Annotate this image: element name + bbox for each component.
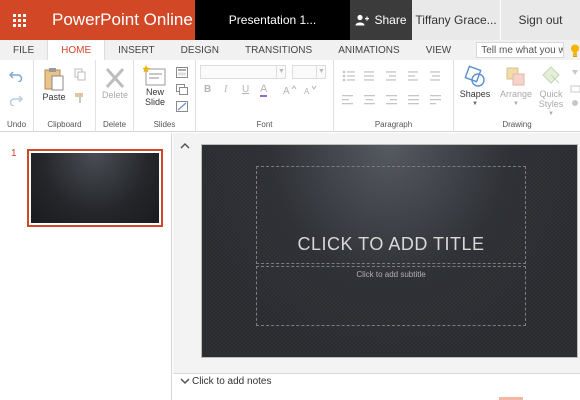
document-title[interactable]: Presentation 1... [195, 0, 350, 40]
font-group: ▼ ▼ B I U A A A Font [196, 60, 334, 132]
notes-pane[interactable]: Click to add notes [173, 373, 580, 400]
tab-view[interactable]: VIEW [413, 40, 465, 60]
svg-text:A: A [304, 87, 310, 95]
app-launcher-icon[interactable] [0, 0, 38, 40]
lightbulb-icon [570, 40, 580, 60]
brand-area: PowerPoint Online [0, 0, 195, 40]
tab-insert[interactable]: INSERT [105, 40, 168, 60]
delete-x-icon [105, 68, 125, 88]
title-placeholder[interactable]: CLICK TO ADD TITLE [256, 166, 526, 264]
add-person-icon [355, 14, 370, 26]
undo-icon[interactable] [9, 70, 23, 82]
duplicate-slide-icon[interactable] [176, 84, 188, 95]
tab-transitions[interactable]: TRANSITIONS [232, 40, 325, 60]
paste-button[interactable]: Paste [38, 66, 70, 102]
chevron-down-icon[interactable] [180, 377, 190, 385]
svg-text:A: A [283, 86, 290, 95]
tell-me-input[interactable]: Tell me what you want to do [476, 42, 564, 58]
paste-label: Paste [42, 92, 66, 102]
delete-group-label: Delete [102, 120, 127, 129]
arrange-label: Arrange [499, 89, 533, 99]
arrange-icon [506, 67, 525, 86]
clipboard-group-label: Clipboard [47, 120, 82, 129]
shrink-font-icon[interactable]: A [304, 85, 318, 95]
chevron-up-icon[interactable] [180, 142, 190, 150]
notes-placeholder: Click to add notes [192, 376, 272, 387]
layout-icon[interactable] [176, 67, 188, 78]
paragraph-group: Paragraph [334, 60, 454, 132]
share-label: Share [374, 13, 407, 27]
align-icons[interactable] [342, 94, 446, 106]
font-color-button[interactable]: A [260, 83, 268, 97]
redo-icon[interactable] [9, 94, 23, 106]
hide-slide-icon[interactable] [176, 101, 188, 112]
title-bar: PowerPoint Online Presentation 1... Shar… [0, 0, 580, 40]
delete-group: Delete Delete [96, 60, 134, 132]
shapes-button[interactable]: Shapes ▼ [456, 65, 494, 109]
list-indent-icons[interactable] [342, 69, 446, 83]
copy-icon[interactable] [74, 68, 86, 81]
format-painter-icon[interactable] [74, 92, 86, 104]
ribbon-tabs: FILE HOME INSERT DESIGN TRANSITIONS ANIM… [0, 40, 580, 60]
font-group-label: Font [256, 120, 273, 129]
drawing-group-label: Drawing [502, 120, 532, 129]
tab-design[interactable]: DESIGN [168, 40, 232, 60]
slide-number: 1 [11, 148, 17, 159]
chevron-down-icon: ▼ [316, 65, 326, 79]
subtitle-placeholder-text: Click to add subtitle [356, 270, 426, 279]
new-slide-icon [143, 65, 166, 86]
underline-button[interactable]: U [242, 84, 249, 95]
chevron-down-icon: ▼ [276, 65, 286, 79]
subtitle-placeholder[interactable]: Click to add subtitle [256, 266, 526, 326]
quick-styles-button[interactable]: Quick Styles ▼ [536, 65, 566, 119]
chevron-down-icon: ▼ [472, 101, 478, 107]
user-name[interactable]: Tiffany Grace... [412, 0, 500, 40]
quick-styles-icon [542, 66, 560, 84]
new-slide-label: New Slide [144, 87, 165, 107]
quick-styles-label: Quick Styles [538, 89, 564, 109]
drawing-group: Shapes ▼ Arrange ▼ Quick Styles ▼ Drawin… [454, 60, 580, 132]
ribbon: Undo Paste Clipboard Delete Delete New S… [0, 60, 580, 132]
paragraph-group-label: Paragraph [374, 120, 413, 129]
paste-icon [44, 68, 64, 91]
app-name[interactable]: PowerPoint Online [38, 10, 193, 30]
shapes-label: Shapes [459, 89, 491, 99]
delete-label: Delete [101, 90, 128, 100]
clipboard-group: Paste Clipboard [34, 60, 96, 132]
chevron-down-icon: ▼ [548, 111, 554, 117]
tab-file[interactable]: FILE [0, 40, 47, 60]
slide: CLICK TO ADD TITLE Click to add subtitle [201, 144, 578, 358]
share-button[interactable]: Share [350, 0, 412, 40]
font-name-dropdown[interactable] [200, 65, 286, 79]
sign-out-link[interactable]: Sign out [501, 0, 580, 40]
slides-group: New Slide Slides [134, 60, 196, 132]
undo-group-label: Undo [6, 120, 27, 129]
thumbnail-preview [31, 153, 159, 223]
shape-fill-icons[interactable] [570, 68, 580, 108]
italic-button[interactable]: I [224, 84, 227, 95]
undo-group: Undo [0, 60, 34, 132]
delete-button[interactable]: Delete [98, 66, 132, 100]
slides-group-label: Slides [153, 120, 176, 129]
tab-animations[interactable]: ANIMATIONS [325, 40, 412, 60]
grow-font-icon[interactable]: A [283, 85, 297, 95]
shapes-icon [464, 65, 485, 87]
slide-thumbnail[interactable] [27, 149, 163, 227]
chevron-down-icon: ▼ [513, 101, 519, 107]
arrange-button[interactable]: Arrange ▼ [496, 65, 536, 109]
tab-home[interactable]: HOME [47, 40, 106, 60]
bold-button[interactable]: B [204, 84, 211, 95]
title-placeholder-text: CLICK TO ADD TITLE [297, 234, 485, 254]
new-slide-button[interactable]: New Slide [138, 65, 172, 107]
